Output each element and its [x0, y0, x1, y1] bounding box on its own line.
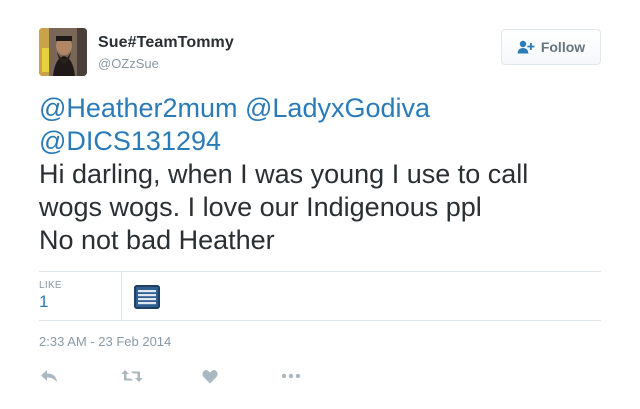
like-button[interactable]: [202, 367, 218, 385]
mention-line-1: @Heather2mum @LadyxGodiva: [39, 92, 609, 125]
more-options-button[interactable]: [281, 367, 301, 385]
profile-avatar[interactable]: [39, 28, 87, 76]
tweet-text-line: wogs wogs. I love our Indigenous ppl: [39, 192, 482, 222]
add-user-icon: [517, 40, 535, 54]
more-options-icon: [281, 373, 301, 379]
reply-icon: [40, 369, 58, 383]
mention-link[interactable]: @DICS131294: [39, 126, 221, 156]
tweet-text: @Heather2mum @LadyxGodiva @DICS131294 Hi…: [39, 92, 609, 257]
mention-link[interactable]: @Heather2mum: [39, 93, 237, 123]
reply-button[interactable]: [40, 367, 58, 385]
divider: [39, 271, 601, 272]
like-stat-label[interactable]: LIKE: [39, 280, 62, 291]
tweet-timestamp[interactable]: 2:33 AM - 23 Feb 2014: [39, 334, 171, 349]
tweet-text-line: No not bad Heather: [39, 225, 275, 255]
divider: [39, 320, 601, 321]
mention-link[interactable]: @LadyxGodiva: [245, 93, 430, 123]
tweet-text-line: Hi darling, when I was young I use to ca…: [39, 159, 529, 189]
like-heart-icon: [202, 369, 218, 384]
retweet-button[interactable]: [121, 367, 143, 385]
liker-avatar[interactable]: [134, 285, 160, 309]
divider: [121, 272, 122, 320]
display-name[interactable]: Sue#TeamTommy: [98, 34, 234, 52]
user-handle[interactable]: @OZzSue: [98, 56, 159, 71]
retweet-icon: [121, 369, 143, 383]
mention-line-2: @DICS131294: [39, 125, 609, 158]
follow-button-label: Follow: [540, 39, 586, 55]
follow-button[interactable]: Follow: [501, 29, 601, 65]
like-stat-count[interactable]: 1: [39, 292, 48, 312]
